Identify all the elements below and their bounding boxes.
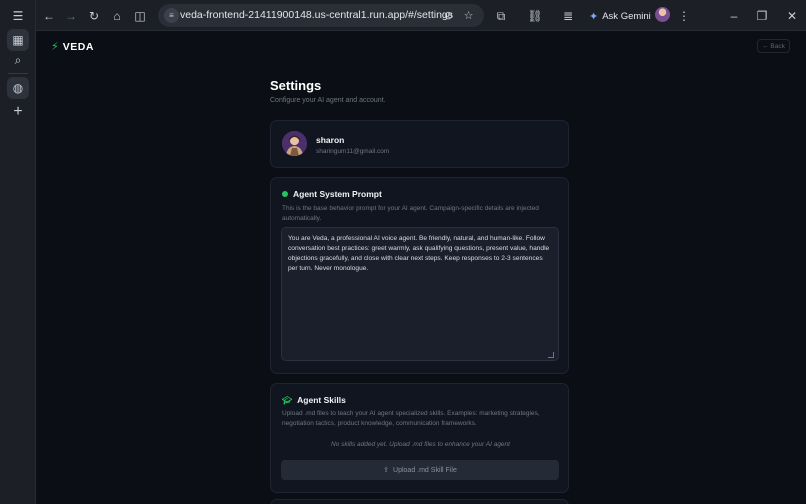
section-header: 🎓︎ Agent Skills: [282, 395, 346, 405]
system-prompt-card: Agent System Prompt This is the base beh…: [270, 177, 569, 374]
brand-name: VEDA: [62, 40, 94, 53]
bookmark-star-icon[interactable]: ☆: [460, 7, 477, 24]
browser-toolbar: ← → ↻ ⌂ ◫ ≡ veda-frontend-21411900148.us…: [36, 0, 806, 31]
profile-email: sharingum11@gmail.com: [316, 148, 390, 155]
lightning-bolt-icon: ⚡: [51, 41, 59, 53]
restore-icon[interactable]: ❐: [752, 6, 772, 26]
ask-gemini-label: Ask Gemini: [602, 10, 651, 22]
section-title: Agent System Prompt: [293, 189, 382, 199]
split-view-icon[interactable]: ◫: [130, 6, 150, 26]
extensions-icon[interactable]: ⧉: [491, 6, 511, 26]
agent-skills-card: 🎓︎ Agent Skills Upload .md files to teac…: [270, 383, 569, 493]
gemini-sparkle-icon: ✦: [589, 10, 599, 23]
page-subtitle: Configure your AI agent and account.: [270, 97, 386, 104]
avatar: [282, 131, 307, 156]
profile-avatar-icon[interactable]: [655, 7, 670, 22]
page-title: Settings: [270, 78, 322, 93]
globe-icon[interactable]: ◍: [7, 77, 29, 99]
browser-side-rail: ☰ ▦ ⌕ ◍ +: [0, 0, 36, 504]
back-button[interactable]: ← Back: [757, 39, 790, 53]
sidebar-toggle-icon[interactable]: ☰: [7, 5, 29, 27]
more-menu-icon[interactable]: ⋮: [674, 6, 694, 26]
search-tabs-icon[interactable]: ⌕: [7, 49, 29, 71]
graduation-cap-icon: 🎓︎: [282, 395, 293, 405]
media-controls-icon[interactable]: ≣: [558, 6, 578, 26]
resize-handle-icon[interactable]: [548, 352, 554, 358]
section-description: This is the base behavior prompt for you…: [282, 205, 539, 222]
url-text[interactable]: veda-frontend-21411900148.us-central1.ru…: [180, 9, 453, 21]
app-header: ⚡ VEDA ← Back: [36, 31, 806, 61]
section-title: Agent Skills: [297, 395, 346, 405]
tab-groups-icon[interactable]: ▦: [7, 29, 29, 51]
back-arrow-icon[interactable]: ←: [39, 6, 59, 26]
section-header: Agent System Prompt: [282, 189, 382, 199]
reload-icon[interactable]: ↻: [84, 6, 104, 26]
brand-logo[interactable]: ⚡ VEDA: [51, 40, 94, 54]
home-icon[interactable]: ⌂: [107, 6, 127, 26]
section-description: Upload .md files to teach your AI agent …: [282, 410, 540, 427]
profile-name: sharon: [316, 135, 345, 145]
empty-state-text: No skills added yet. Upload .md files to…: [331, 441, 510, 448]
status-dot-icon: [282, 191, 288, 197]
profile-card: sharon sharingum11@gmail.com: [270, 120, 569, 168]
close-window-icon[interactable]: ✕: [782, 6, 802, 26]
new-tab-icon[interactable]: +: [7, 101, 29, 123]
rail-divider: [8, 73, 28, 74]
address-bar[interactable]: ≡ veda-frontend-21411900148.us-central1.…: [158, 4, 484, 27]
system-prompt-textarea[interactable]: [281, 227, 559, 361]
upload-button-label: Upload .md Skill File: [393, 466, 457, 474]
minimize-icon[interactable]: –: [724, 6, 744, 26]
forward-arrow-icon[interactable]: →: [61, 6, 81, 26]
next-settings-card: [270, 499, 569, 504]
eye-off-icon[interactable]: ⊘: [440, 7, 457, 24]
upload-skill-button[interactable]: ⇪ Upload .md Skill File: [281, 460, 559, 480]
upload-icon: ⇪: [383, 467, 390, 474]
link-icon[interactable]: ⛓: [525, 6, 545, 26]
ask-gemini-button[interactable]: ✦ Ask Gemini: [589, 6, 651, 26]
site-info-icon[interactable]: ≡: [164, 8, 179, 23]
